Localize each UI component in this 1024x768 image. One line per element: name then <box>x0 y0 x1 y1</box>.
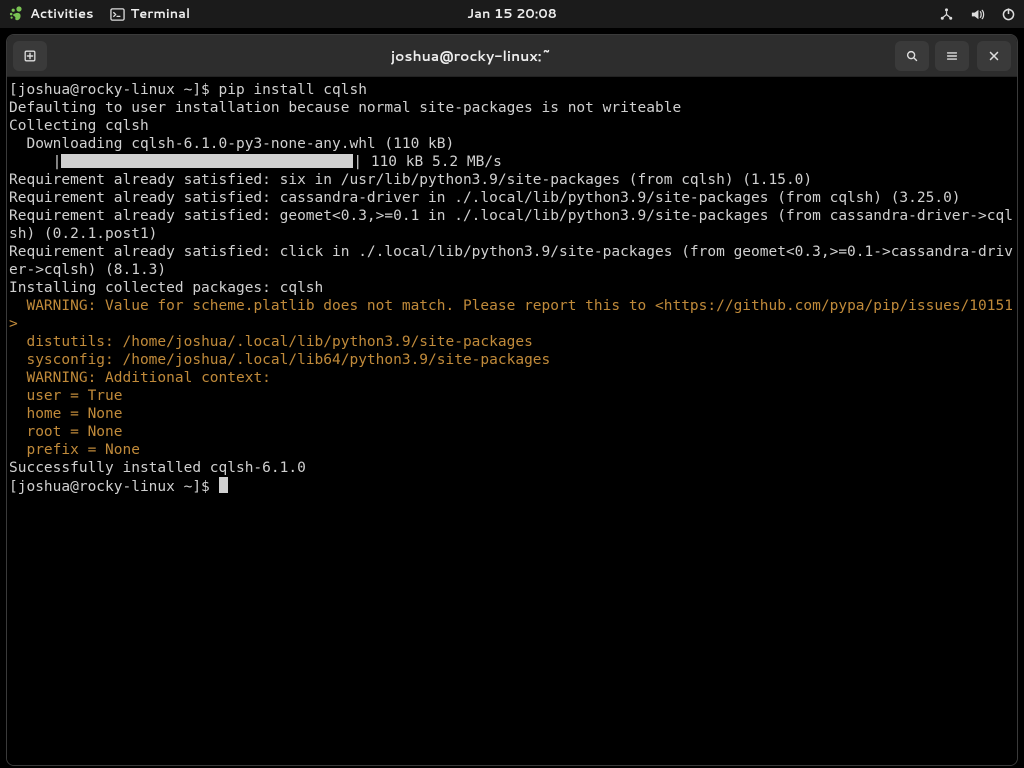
term-line: Requirement already satisfied: cassandra… <box>9 190 961 206</box>
gnome-topbar: Activities Terminal Jan 15 20:08 <box>0 0 1024 28</box>
terminal-window: joshua@rocky-linux:~ [joshua@rocky-linux… <box>6 34 1018 766</box>
term-line: Successfully installed cqlsh-6.1.0 <box>9 460 306 476</box>
progress-prefix: | <box>9 154 61 170</box>
current-app-label: Terminal <box>131 5 191 23</box>
terminal-app-icon <box>110 7 125 22</box>
search-button[interactable] <box>895 41 929 71</box>
warning-line: WARNING: Additional context: <box>9 370 271 386</box>
term-line: Downloading cqlsh-6.1.0-py3-none-any.whl… <box>9 136 454 152</box>
warning-line: home = None <box>9 406 123 422</box>
term-line: Defaulting to user installation because … <box>9 100 681 116</box>
prompt: [joshua@rocky-linux ~]$ <box>9 479 219 495</box>
prompt: [joshua@rocky-linux ~]$ <box>9 82 219 98</box>
volume-icon[interactable] <box>970 7 985 22</box>
warning-line: WARNING: Value for scheme.platlib does n… <box>9 298 1013 332</box>
term-line: Installing collected packages: cqlsh <box>9 280 323 296</box>
new-tab-button[interactable] <box>13 41 47 71</box>
term-line: Requirement already satisfied: six in /u… <box>9 172 812 188</box>
warning-line: prefix = None <box>9 442 140 458</box>
term-line: Collecting cqlsh <box>9 118 149 134</box>
menu-button[interactable] <box>935 41 969 71</box>
progress-bar <box>61 153 353 171</box>
current-app[interactable]: Terminal <box>110 5 191 23</box>
term-line: Requirement already satisfied: click in … <box>9 244 1013 278</box>
network-icon[interactable] <box>939 7 954 22</box>
cursor <box>219 477 228 493</box>
warning-line: distutils: /home/joshua/.local/lib/pytho… <box>9 334 533 350</box>
warning-line: sysconfig: /home/joshua/.local/lib64/pyt… <box>9 352 550 368</box>
window-titlebar: joshua@rocky-linux:~ <box>7 35 1017 77</box>
warning-line: user = True <box>9 388 123 404</box>
gnome-foot-icon <box>8 6 24 22</box>
warning-line: root = None <box>9 424 123 440</box>
terminal-content[interactable]: [joshua@rocky-linux ~]$ pip install cqls… <box>7 77 1017 765</box>
activities-button[interactable]: Activities <box>8 5 94 23</box>
clock[interactable]: Jan 15 20:08 <box>467 5 557 23</box>
command: pip install cqlsh <box>219 82 367 98</box>
window-title: joshua@rocky-linux:~ <box>53 46 889 66</box>
power-icon[interactable] <box>1001 7 1016 22</box>
term-line: Requirement already satisfied: geomet<0.… <box>9 208 1013 242</box>
progress-suffix: | 110 kB 5.2 MB/s <box>353 154 501 170</box>
close-button[interactable] <box>977 41 1011 71</box>
activities-label: Activities <box>30 5 94 23</box>
